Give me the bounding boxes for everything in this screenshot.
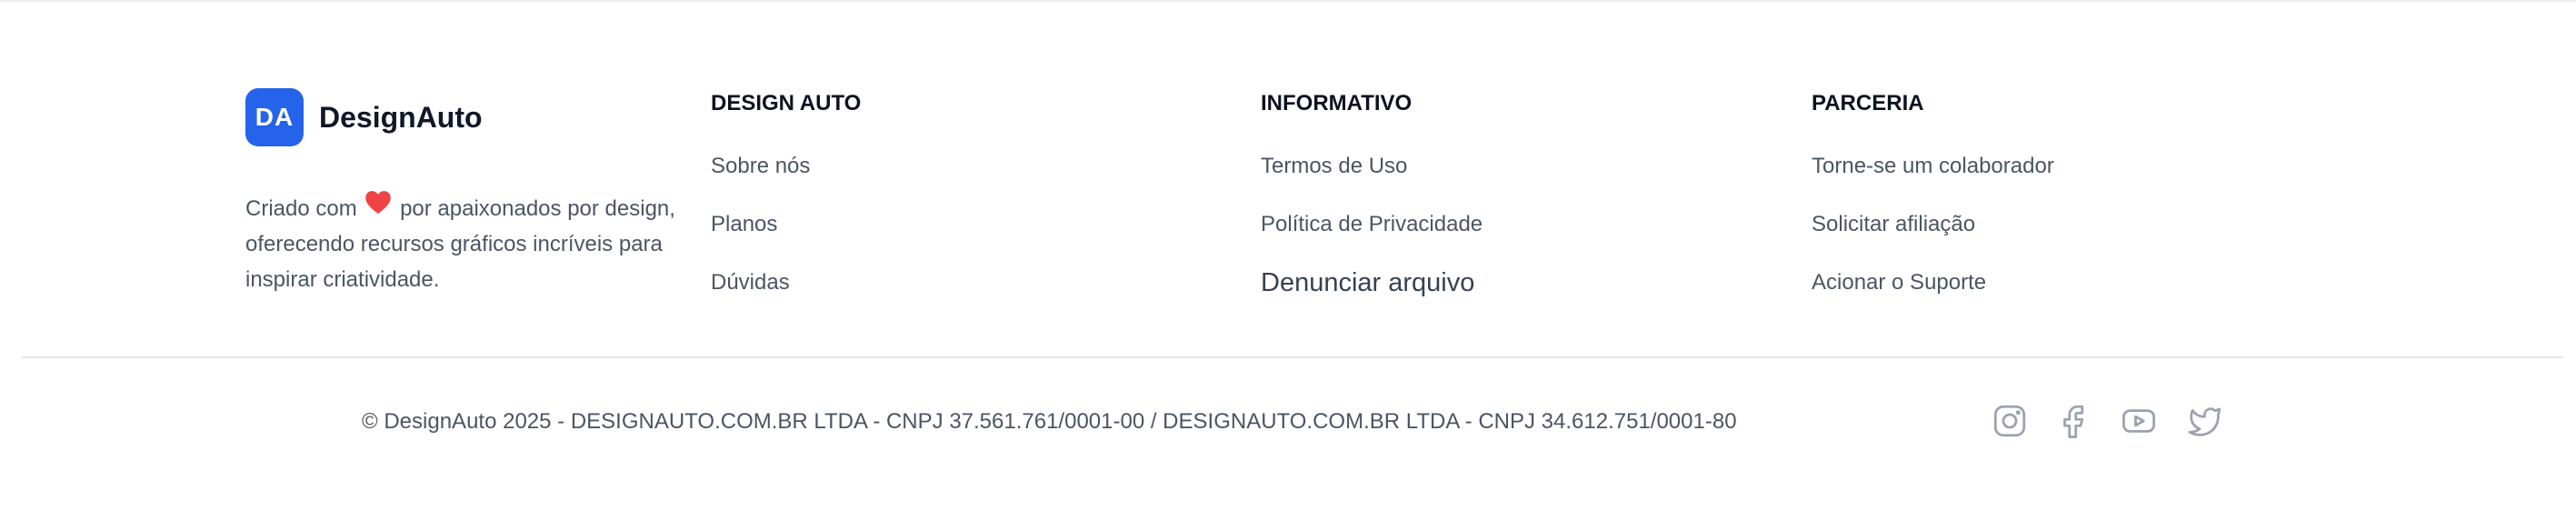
footer-column-design-auto: DESIGN AUTO Sobre nós Planos Dúvidas: [711, 88, 861, 312]
column-title: INFORMATIVO: [1261, 91, 1413, 115]
footer-column-informativo: INFORMATIVO Termos de Uso Política de Pr…: [1261, 88, 1483, 312]
footer-divider: [22, 356, 2563, 358]
instagram-icon[interactable]: [1989, 400, 2031, 442]
footer-link-planos[interactable]: Planos: [711, 195, 861, 254]
heart-icon: [364, 189, 392, 225]
footer-link-sobre-nos[interactable]: Sobre nós: [711, 137, 861, 195]
column-title: DESIGN AUTO: [711, 91, 862, 115]
twitter-icon[interactable]: [2182, 400, 2224, 442]
footer-link-duvidas[interactable]: Dúvidas: [711, 254, 861, 312]
top-divider: [0, 0, 2576, 2]
footer-link-termos-de-uso[interactable]: Termos de Uso: [1261, 137, 1483, 195]
footer-link-acionar-suporte[interactable]: Acionar o Suporte: [1812, 254, 2054, 312]
facebook-icon[interactable]: [2053, 400, 2095, 442]
brand-logo-link[interactable]: DA DesignAuto: [245, 88, 483, 146]
footer-column-parceria: PARCERIA Torne-se um colaborador Solicit…: [1812, 88, 2054, 312]
copyright-text: © DesignAuto 2025 - DESIGNAUTO.COM.BR LT…: [362, 409, 1737, 434]
social-links: [1989, 400, 2224, 442]
column-title: PARCERIA: [1812, 91, 1924, 115]
brand-tagline: Criado com por apaixonados por design, o…: [245, 189, 682, 297]
brand-name: DesignAuto: [319, 100, 483, 134]
footer-link-torne-se-colaborador[interactable]: Torne-se um colaborador: [1812, 137, 2054, 195]
youtube-icon[interactable]: [2118, 400, 2160, 442]
footer-link-politica-de-privacidade[interactable]: Política de Privacidade: [1261, 195, 1483, 254]
logo-badge: DA: [245, 88, 304, 146]
footer-link-denunciar-arquivo[interactable]: Denunciar arquivo: [1261, 254, 1483, 312]
tagline-start: Criado com: [245, 196, 357, 221]
footer-link-solicitar-afiliacao[interactable]: Solicitar afiliação: [1812, 195, 2054, 254]
